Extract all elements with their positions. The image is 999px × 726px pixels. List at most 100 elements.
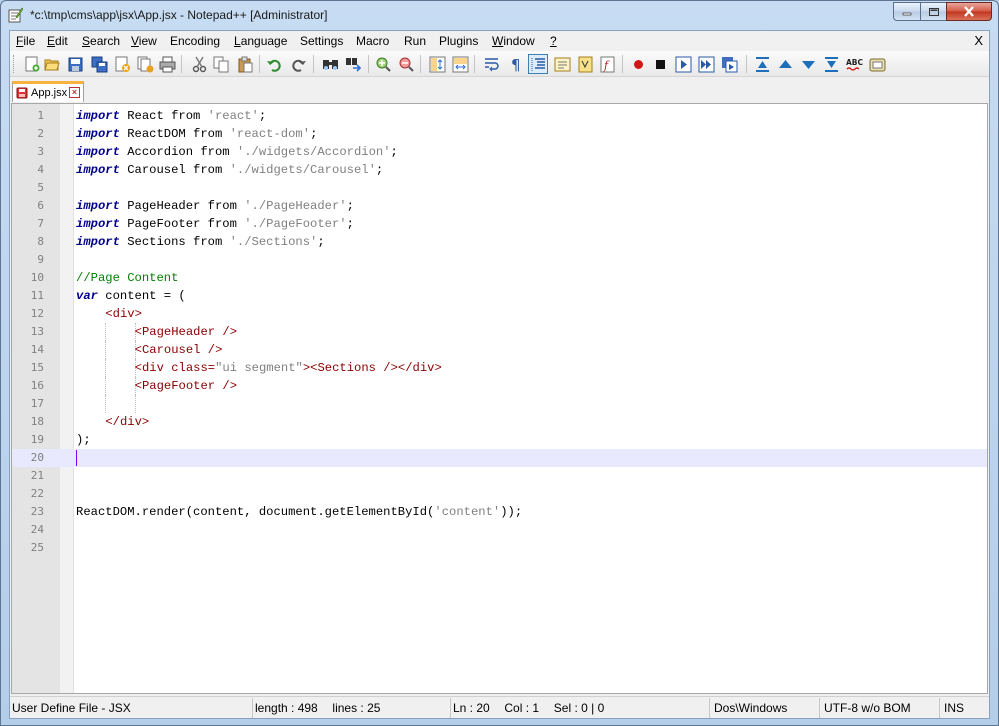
toolbar-playback-macro-button[interactable] <box>674 55 692 73</box>
status-length: length : 498 <box>255 701 318 715</box>
line-number: 4 <box>37 163 44 176</box>
paste-icon <box>237 56 254 73</box>
toolbar-zoom-out-button[interactable] <box>397 55 415 73</box>
stop-recording-icon <box>652 56 669 73</box>
toolbar-record-macro-button[interactable] <box>629 55 647 73</box>
line-number: 5 <box>37 181 44 194</box>
toolbar-clipboard-history-button[interactable] <box>868 55 886 73</box>
toolbar-document-map-button[interactable] <box>576 55 594 73</box>
menu-item-file[interactable]: File <box>16 34 35 48</box>
code-line: 10 //Page Content <box>12 269 987 287</box>
toolbar-sync-vertical-button[interactable] <box>428 55 446 73</box>
toolbar-define-language-button[interactable] <box>553 55 571 73</box>
toolbar-separator <box>474 55 475 73</box>
toolbar-close-button[interactable] <box>113 55 131 73</box>
toolbar-separator <box>368 55 369 73</box>
toolbar-find-button[interactable] <box>321 55 339 73</box>
code-line: 14 <Carousel /> <box>12 341 987 359</box>
toolbar-redo-button[interactable] <box>289 55 307 73</box>
toolbar-move-down-button[interactable] <box>799 55 817 73</box>
code-text: //Page Content <box>76 271 179 285</box>
toolbar-indent-guide-button[interactable] <box>528 54 548 74</box>
toolbar-save-button[interactable] <box>66 55 84 73</box>
open-file-icon <box>43 56 61 73</box>
menu-item-macro[interactable]: Macro <box>356 34 389 48</box>
toolbar-show-all-chars-button[interactable]: ¶ <box>507 55 525 73</box>
code-line: 1 import React from 'react'; <box>12 107 987 125</box>
toolbar-collapse-level-button[interactable] <box>753 55 771 73</box>
code-text: ); <box>76 433 91 447</box>
tab-close-icon[interactable]: × <box>69 87 80 98</box>
toolbar-run-macro-multiple-button[interactable] <box>697 55 715 73</box>
indent-guide-line <box>105 323 107 341</box>
line-number: 14 <box>30 343 44 356</box>
toolbar-save-all-button[interactable] <box>90 55 108 73</box>
save-all-icon <box>91 56 108 73</box>
status-position: Ln : 20 Col : 1 Sel : 0 | 0 <box>453 698 710 718</box>
svg-text:¶: ¶ <box>511 56 521 73</box>
menu-item-search[interactable]: Search <box>82 34 120 48</box>
toolbar-grip[interactable] <box>13 55 16 73</box>
toolbar-open-file-button[interactable] <box>43 55 61 73</box>
menu-item-edit[interactable]: Edit <box>47 34 68 48</box>
status-col: Col : 1 <box>504 701 540 715</box>
toolbar-move-up-button[interactable] <box>776 55 794 73</box>
close-document-x[interactable]: X <box>974 33 983 48</box>
toolbar-expand-level-button[interactable] <box>822 55 840 73</box>
toolbar-paste-button[interactable] <box>236 55 254 73</box>
new-file-icon <box>23 56 40 73</box>
tab-app-jsx[interactable]: App.jsx × <box>12 81 84 102</box>
status-lines: lines : 25 <box>332 701 381 715</box>
menu-item-plugins[interactable]: Plugins <box>439 34 478 48</box>
toolbar-separator <box>746 55 747 73</box>
toolbar-zoom-in-button[interactable] <box>374 55 392 73</box>
replace-icon <box>345 56 362 73</box>
maximize-button[interactable] <box>920 2 946 21</box>
collapse-level-icon <box>754 56 771 73</box>
toolbar-cut-button[interactable] <box>190 55 208 73</box>
code-line: 13 <PageHeader /> <box>12 323 987 341</box>
toolbar-replace-button[interactable] <box>344 55 362 73</box>
menu-item-language[interactable]: Language <box>234 34 287 48</box>
menu-item-settings[interactable]: Settings <box>300 34 343 48</box>
menu-item-run[interactable]: Run <box>404 34 426 48</box>
toolbar-save-macro-button[interactable] <box>720 55 738 73</box>
menu-item-help[interactable]: ? <box>550 34 557 48</box>
close-window-button[interactable] <box>946 2 992 21</box>
toolbar-sync-horizontal-button[interactable] <box>451 55 469 73</box>
code-text: <PageHeader /> <box>134 325 238 339</box>
code-editor[interactable]: 1 import React from 'react'; 2 import React… <box>11 103 988 694</box>
code-text: import PageFooter from './PageFooter'; <box>76 217 354 231</box>
document-map-icon <box>577 56 594 73</box>
code-line: 19); <box>12 431 987 449</box>
status-encoding: UTF-8 w/o BOM <box>822 698 940 718</box>
toolbar-print-button[interactable] <box>158 55 176 73</box>
toolbar-undo-button[interactable] <box>265 55 283 73</box>
line-number: 18 <box>30 415 44 428</box>
minimize-button[interactable] <box>893 2 920 21</box>
toolbar-word-wrap-button[interactable] <box>482 55 500 73</box>
move-up-icon <box>777 56 794 73</box>
toolbar-new-file-button[interactable] <box>22 55 40 73</box>
code-line: 5 <box>12 179 987 197</box>
toolbar-spell-check-button[interactable]: ABC <box>845 55 863 73</box>
toolbar-stop-recording-button[interactable] <box>651 55 669 73</box>
menu-item-encoding[interactable]: Encoding <box>170 34 220 48</box>
menu-item-window[interactable]: Window <box>492 34 535 48</box>
title-bar[interactable]: *c:\tmp\cms\app\jsx\App.jsx - Notepad++ … <box>1 1 998 30</box>
toolbar-function-list-button[interactable]: f <box>598 55 616 73</box>
toolbar-separator <box>622 55 623 73</box>
line-number: 9 <box>37 253 44 266</box>
text-caret <box>76 450 77 466</box>
notepad-app-icon <box>8 7 23 23</box>
menu-item-view[interactable]: View <box>131 34 157 48</box>
toolbar-close-all-button[interactable] <box>136 55 154 73</box>
toolbar-separator <box>420 55 421 73</box>
copy-icon <box>213 56 230 73</box>
minimize-icon <box>902 12 912 15</box>
toolbar-copy-button[interactable] <box>212 55 230 73</box>
code-line: 11 var content = ( <box>12 287 987 305</box>
code-text: var content = ( <box>76 289 186 303</box>
save-macro-icon <box>721 56 738 73</box>
code-text: </div> <box>105 415 150 429</box>
